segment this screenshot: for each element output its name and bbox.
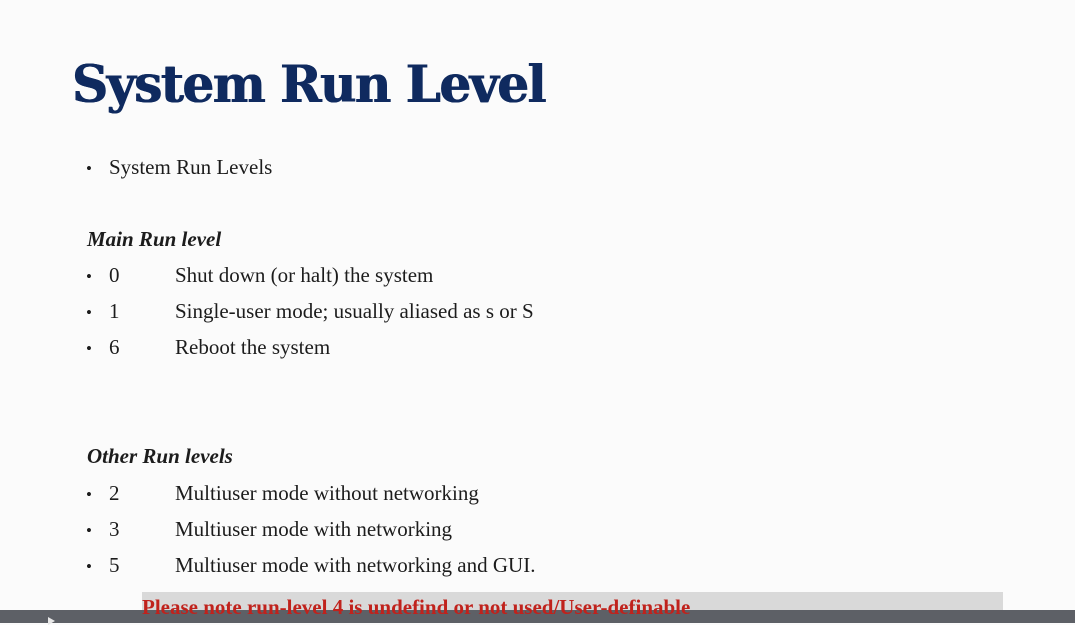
run-level-description: Multiuser mode without networking	[175, 481, 479, 505]
run-level-number: 1	[109, 299, 120, 323]
list-item: • 0 Shut down (or halt) the system	[86, 263, 433, 288]
run-level-description: Multiuser mode with networking	[175, 517, 453, 541]
bullet-dot: •	[86, 159, 92, 178]
list-item: • 5 Multiuser mode with networking and G…	[86, 553, 535, 578]
run-level-description: Single-user mode; usually aliased as s o…	[175, 299, 534, 323]
run-level-description: Multiuser mode with networking and GUI.	[175, 553, 536, 577]
list-item: • 1 Single-user mode; usually aliased as…	[86, 299, 534, 324]
bullet-dot: •	[86, 485, 92, 504]
bullet-dot: •	[86, 557, 92, 576]
play-icon[interactable]	[48, 617, 55, 625]
slide-title: System Run Level	[72, 54, 547, 115]
run-level-note: Please note run-level 4 is undefind or n…	[142, 595, 691, 619]
intro-bullet-text: System Run Levels	[109, 155, 273, 179]
run-level-number: 2	[109, 481, 120, 505]
run-level-number: 0	[109, 263, 120, 287]
main-run-level-heading: Main Run level	[87, 227, 222, 251]
run-level-number: 3	[109, 517, 120, 541]
list-item: • 2 Multiuser mode without networking	[86, 481, 479, 506]
note-overlay: Please note run-level 4 is undefind or n…	[142, 592, 1003, 623]
run-level-description: Reboot the system	[175, 335, 331, 359]
run-level-number: 5	[109, 553, 120, 577]
run-level-number: 6	[109, 335, 120, 359]
list-item: • 6 Reboot the system	[86, 335, 330, 360]
intro-bullet: • System Run Levels	[86, 155, 272, 180]
bullet-dot: •	[86, 267, 92, 286]
list-item: • 3 Multiuser mode with networking	[86, 517, 452, 542]
bullet-dot: •	[86, 339, 92, 358]
bullet-dot: •	[86, 303, 92, 322]
bullet-dot: •	[86, 521, 92, 540]
run-level-description: Shut down (or halt) the system	[175, 263, 434, 287]
other-run-levels-heading: Other Run levels	[87, 444, 233, 468]
